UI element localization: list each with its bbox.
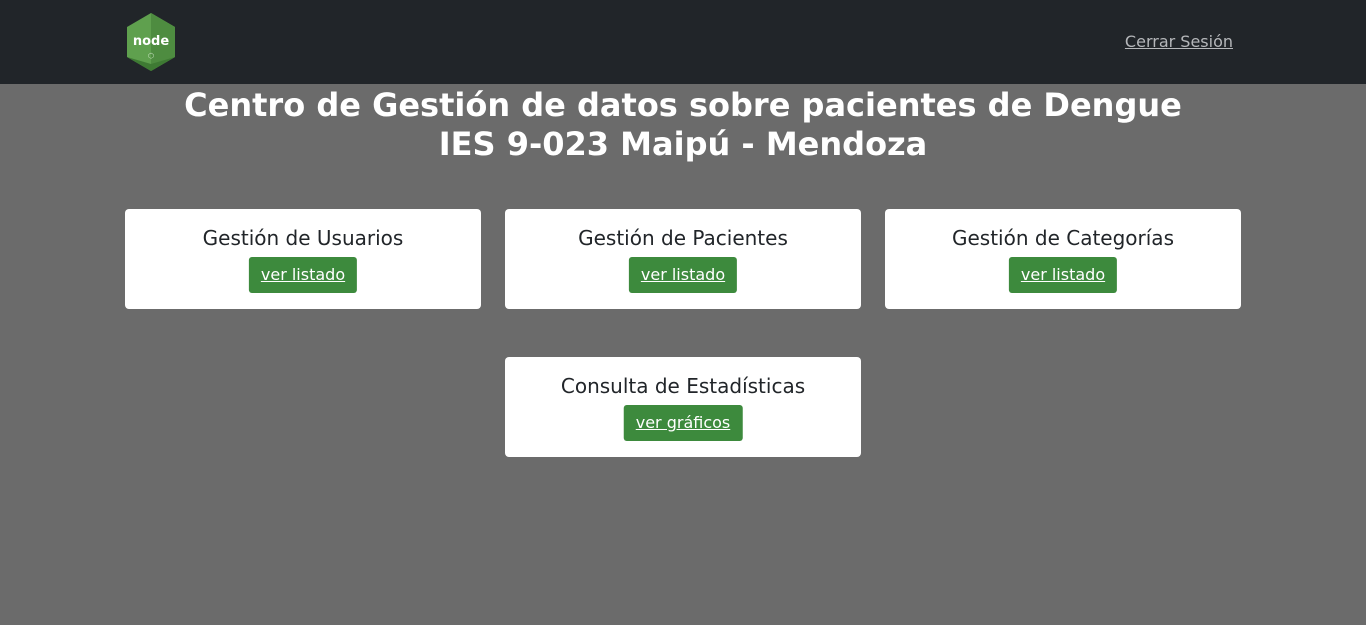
card-title: Gestión de Usuarios (202, 226, 404, 250)
page-title-line-2: IES 9-023 Maipú - Mendoza (438, 125, 928, 163)
page-title-line-1: Centro de Gestión de datos sobre pacient… (184, 86, 1182, 124)
svg-text:⬡: ⬡ (148, 52, 154, 60)
categories-list-button[interactable]: ver listado (1008, 257, 1118, 293)
logout-link[interactable]: Cerrar Sesión (1125, 31, 1233, 53)
nodejs-logo-icon[interactable]: node ⬡ (124, 12, 178, 72)
card-users-management: Gestión de Usuarios ver listado (125, 209, 481, 309)
statistics-charts-button[interactable]: ver gráficos (623, 405, 743, 441)
svg-text:node: node (133, 34, 169, 49)
card-title: Consulta de Estadísticas (560, 374, 806, 398)
card-title: Gestión de Categorías (951, 226, 1174, 250)
users-list-button[interactable]: ver listado (248, 257, 358, 293)
top-navbar: node ⬡ Cerrar Sesión (0, 0, 1366, 84)
card-statistics: Consulta de Estadísticas ver gráficos (505, 357, 861, 457)
card-categories-management: Gestión de Categorías ver listado (885, 209, 1241, 309)
page-title: Centro de Gestión de datos sobre pacient… (0, 86, 1366, 164)
card-patients-management: Gestión de Pacientes ver listado (505, 209, 861, 309)
card-title: Gestión de Pacientes (578, 226, 788, 250)
patients-list-button[interactable]: ver listado (628, 257, 738, 293)
